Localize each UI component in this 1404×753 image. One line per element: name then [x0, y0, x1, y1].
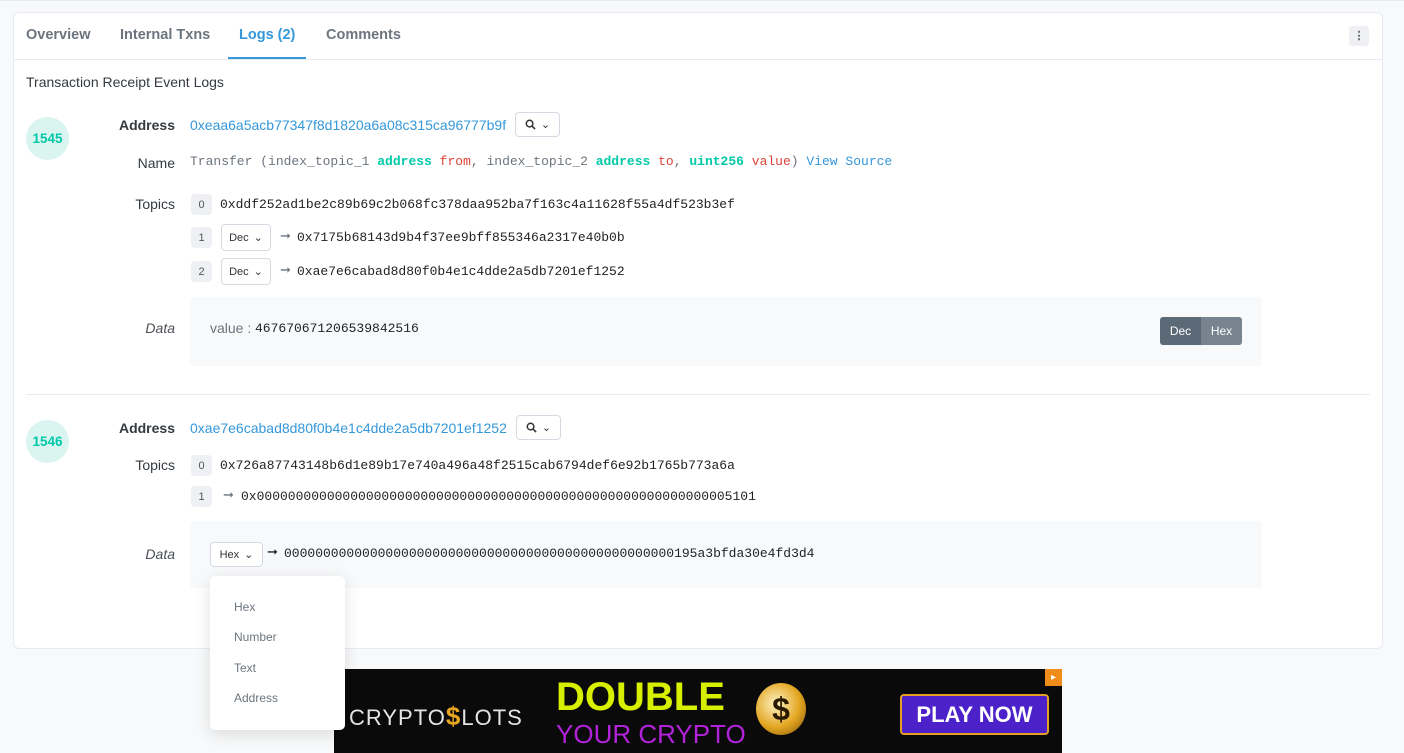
tab-internal-txns[interactable]: Internal Txns	[120, 27, 210, 43]
arrow-right-icon: ➞	[267, 544, 278, 559]
view-source-link[interactable]: View Source	[806, 154, 892, 169]
search-icon	[525, 119, 536, 130]
topic-format-value: Dec	[229, 231, 249, 244]
address-filter-button[interactable]: ⌄	[516, 415, 561, 440]
ad-logo: CRYPTO$LOTS	[349, 701, 523, 732]
hex-button[interactable]: Hex	[1201, 317, 1242, 345]
ad-banner[interactable]: CRYPTO$LOTS DOUBLE YOUR CRYPTO $ PLAY NO…	[334, 669, 1062, 753]
active-tab-indicator	[228, 57, 306, 59]
log-address-link[interactable]: 0xeaa6a5acb77347f8d1820a6a08c315ca96777b…	[190, 117, 506, 133]
event-param-2-type: address	[595, 154, 651, 169]
chevron-down-icon: ⌄	[541, 422, 552, 434]
top-border	[0, 0, 1404, 1]
topics-label: Topics	[135, 196, 175, 212]
log-address-link[interactable]: 0xae7e6cabad8d80f0b4e1c4dde2a5db7201ef12…	[190, 420, 507, 436]
arrow-right-icon: ➞	[223, 487, 234, 502]
data-box: Hex ⌄ ➞ 000000000000000000000000000000000…	[190, 521, 1262, 588]
topics-label: Topics	[135, 457, 175, 473]
topic-index: 2	[191, 261, 212, 282]
data-field-value: 0000000000000000000000000000000000000000…	[284, 546, 815, 561]
name-label: Name	[137, 155, 175, 171]
data-box: value : 46767067120653984251​6 Dec Hex	[190, 297, 1262, 366]
arrow-right-icon: ➞	[280, 228, 291, 243]
dec-hex-toggle: Dec Hex	[1160, 317, 1242, 345]
event-signature: Transfer (index_topic_1 address from, in…	[190, 154, 892, 169]
event-param-1-type: address	[377, 154, 432, 169]
data-label: Data	[145, 546, 175, 562]
topic-address-link[interactable]: 0xae7e6cabad8d80f0b4e1c4dde2a5db7201ef12…	[297, 264, 625, 279]
chevron-down-icon: ⌄	[244, 549, 254, 561]
more-options-icon[interactable]: ⋮	[1349, 26, 1369, 46]
chevron-down-icon: ⌄	[253, 266, 263, 278]
event-close: )	[790, 154, 799, 169]
dropdown-option-hex[interactable]: Hex	[234, 600, 255, 614]
dec-button[interactable]: Dec	[1160, 317, 1201, 345]
topic-index: 1	[191, 227, 212, 248]
dropdown-option-address[interactable]: Address	[234, 691, 278, 705]
tab-overview[interactable]: Overview	[26, 27, 91, 43]
chevron-down-icon: ⌄	[540, 119, 551, 131]
ad-logo-left: CRYPTO	[349, 705, 446, 730]
topic-index: 0	[191, 194, 212, 215]
event-param-1: index_topic_1	[268, 154, 378, 169]
ad-logo-dollar: $	[445, 701, 462, 731]
ad-choices-icon[interactable]: ▸	[1045, 669, 1062, 686]
data-format-dropdown: Hex Number Text Address	[210, 576, 345, 730]
ad-play-now-button[interactable]: PLAY NOW	[900, 694, 1049, 735]
event-param-2: , index_topic_2	[470, 154, 596, 169]
tab-logs[interactable]: Logs (2)	[239, 27, 295, 43]
data-field-label: value :	[210, 320, 252, 336]
data-format-select[interactable]: Hex ⌄	[210, 542, 263, 567]
ad-headline: DOUBLE	[556, 675, 725, 719]
tab-bar: Overview Internal Txns Logs (2) Comments…	[14, 13, 1382, 60]
data-field-value: 46767067120653984251​6	[255, 321, 419, 336]
address-label: Address	[118, 117, 175, 133]
data-label: Data	[145, 320, 175, 336]
data-format-value: Hex	[219, 548, 240, 561]
chevron-down-icon: ⌄	[253, 232, 263, 244]
section-title: Transaction Receipt Event Logs	[26, 74, 224, 90]
topic-format-select[interactable]: Dec ⌄	[221, 224, 271, 251]
logs-card: Overview Internal Txns Logs (2) Comments…	[13, 12, 1383, 649]
event-param-2-name: to	[658, 154, 674, 169]
ad-logo-right: LOTS	[461, 705, 523, 730]
log-divider	[26, 394, 1370, 395]
topic-index: 0	[191, 455, 212, 476]
dropdown-option-text[interactable]: Text	[234, 661, 256, 675]
dropdown-option-number[interactable]: Number	[234, 630, 277, 644]
arrow-right-icon: ➞	[280, 262, 291, 277]
topic-format-value: Dec	[229, 265, 249, 278]
tab-comments[interactable]: Comments	[326, 27, 401, 43]
coin-icon: $	[756, 683, 806, 735]
ad-subline: YOUR CRYPTO	[556, 719, 746, 749]
event-param-1-name: from	[439, 154, 471, 169]
address-filter-button[interactable]: ⌄	[515, 112, 560, 137]
event-param-3-type: uint256	[689, 154, 744, 169]
event-func: Transfer (	[190, 154, 269, 169]
event-param-3-name: value	[751, 154, 791, 169]
topic-format-select[interactable]: Dec ⌄	[221, 258, 271, 285]
topic-index: 1	[191, 486, 212, 507]
event-sep: ,	[673, 154, 690, 169]
topic-address-link[interactable]: 0x7175b68143d9b4f37ee9bff855346a2317e40b…	[297, 230, 625, 245]
topic-value: 0x726a87743148b6d1e89b17e740a496a48f2515…	[220, 458, 735, 473]
address-label: Address	[118, 420, 175, 436]
topic-value: 0x00000000000000000000000000000000000000…	[241, 489, 756, 504]
search-icon	[526, 422, 537, 433]
topic-value: 0xddf252ad1be2c89b69c2b068fc378daa952ba7…	[220, 197, 735, 212]
